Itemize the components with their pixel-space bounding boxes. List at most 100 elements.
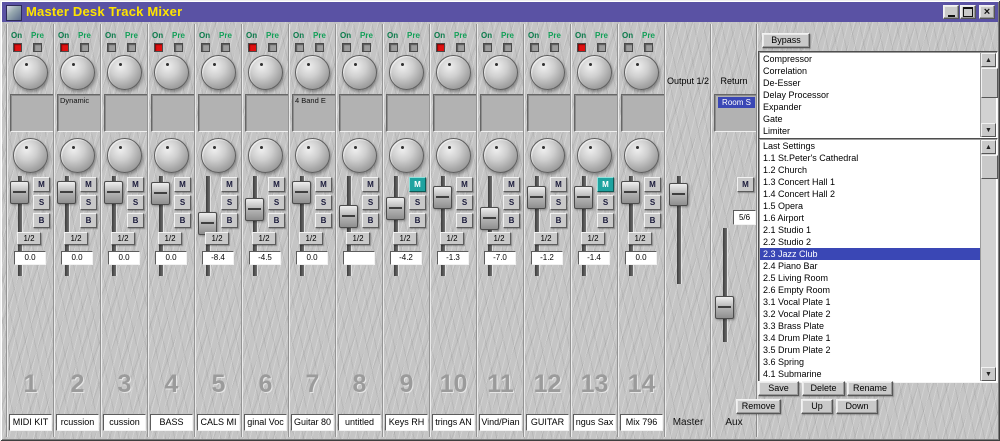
insert-effect-slot[interactable] <box>480 94 524 132</box>
preset-item[interactable]: 1.4 Concert Hall 2 <box>760 188 981 200</box>
fader-value-box[interactable]: -1.3 <box>437 251 469 265</box>
pre-indicator[interactable] <box>221 43 230 52</box>
scroll-down-button[interactable]: ▼ <box>981 123 996 137</box>
pan-knob[interactable] <box>13 138 48 173</box>
return-insert-effect[interactable]: Room S <box>718 97 755 108</box>
insert-effect-slot[interactable] <box>527 94 571 132</box>
fader-value-box[interactable]: 0.0 <box>296 251 328 265</box>
preset-item[interactable]: 3.6 Spring <box>760 356 981 368</box>
effect-item[interactable]: Gate <box>760 113 981 125</box>
output-route-button[interactable]: 1/2 <box>393 232 417 245</box>
aux-fader-handle[interactable] <box>715 296 734 319</box>
preset-item[interactable]: 3.4 Drum Plate 1 <box>760 332 981 344</box>
pre-indicator[interactable] <box>174 43 183 52</box>
pre-indicator[interactable] <box>268 43 277 52</box>
mute-button[interactable]: M <box>550 177 567 192</box>
pan-knob[interactable] <box>201 138 236 173</box>
insert-effect-slot[interactable] <box>198 94 242 132</box>
mute-button[interactable]: M <box>362 177 379 192</box>
insert-effect-slot[interactable] <box>339 94 383 132</box>
minimize-button[interactable] <box>943 5 959 19</box>
insert-effect-slot[interactable] <box>151 94 195 132</box>
mute-button[interactable]: M <box>456 177 473 192</box>
preset-item[interactable]: 2.4 Piano Bar <box>760 260 981 272</box>
solo-button[interactable]: S <box>597 195 614 210</box>
insert-effect-slot[interactable]: Dynamic <box>57 94 101 132</box>
scroll-up-button[interactable]: ▲ <box>981 140 996 154</box>
scroll-down-button[interactable]: ▼ <box>981 367 996 381</box>
aux-route-box[interactable]: 5/6 <box>733 210 756 225</box>
fader-handle[interactable] <box>57 181 76 204</box>
solo-button[interactable]: S <box>315 195 332 210</box>
fader-handle[interactable] <box>245 198 264 221</box>
aux-send-knob[interactable] <box>107 55 142 90</box>
output-route-button[interactable]: 1/2 <box>440 232 464 245</box>
effect-item[interactable]: Expander <box>760 101 981 113</box>
output-route-button[interactable]: 1/2 <box>252 232 276 245</box>
channel-b-button[interactable]: B <box>80 213 97 228</box>
pre-indicator[interactable] <box>362 43 371 52</box>
return-insert-slot[interactable]: Room S <box>714 94 758 132</box>
fader-handle[interactable] <box>480 207 499 230</box>
fader-value-box[interactable]: 0.0 <box>61 251 93 265</box>
output-route-button[interactable]: 1/2 <box>111 232 135 245</box>
channel-b-button[interactable]: B <box>597 213 614 228</box>
pan-knob[interactable] <box>389 138 424 173</box>
insert-effect-slot[interactable] <box>10 94 54 132</box>
mute-button[interactable]: M <box>268 177 285 192</box>
pre-indicator[interactable] <box>597 43 606 52</box>
effect-item[interactable]: Limiter <box>760 125 981 137</box>
solo-button[interactable]: S <box>409 195 426 210</box>
aux-send-knob[interactable] <box>436 55 471 90</box>
preset-item[interactable]: 1.5 Opera <box>760 200 981 212</box>
pan-knob[interactable] <box>577 138 612 173</box>
channel-b-button[interactable]: B <box>550 213 567 228</box>
fader-value-box[interactable]: -8.4 <box>202 251 234 265</box>
channel-b-button[interactable]: B <box>127 213 144 228</box>
fader-handle[interactable] <box>527 186 546 209</box>
pan-knob[interactable] <box>342 138 377 173</box>
pan-knob[interactable] <box>624 138 659 173</box>
channel-name-box[interactable]: Keys RH <box>385 414 428 431</box>
insert-effect-slot[interactable] <box>574 94 618 132</box>
aux-send-knob[interactable] <box>342 55 377 90</box>
output-route-button[interactable]: 1/2 <box>299 232 323 245</box>
on-indicator[interactable] <box>436 43 445 52</box>
output-route-button[interactable]: 1/2 <box>17 232 41 245</box>
fader-value-box[interactable]: 0.0 <box>14 251 46 265</box>
aux-send-knob[interactable] <box>201 55 236 90</box>
channel-b-button[interactable]: B <box>174 213 191 228</box>
output-route-button[interactable]: 1/2 <box>628 232 652 245</box>
insert-effect-slot[interactable]: 4 Band E <box>292 94 336 132</box>
aux-mute-button[interactable]: M <box>737 177 754 192</box>
pan-knob[interactable] <box>107 138 142 173</box>
aux-send-knob[interactable] <box>530 55 565 90</box>
channel-name-box[interactable]: trings AN <box>432 414 475 431</box>
preset-item[interactable]: 2.1 Studio 1 <box>760 224 981 236</box>
channel-name-box[interactable]: Guitar 80 <box>291 414 334 431</box>
channel-name-box[interactable]: ginal Voc <box>244 414 287 431</box>
preset-item[interactable]: 1.6 Airport <box>760 212 981 224</box>
insert-effect-slot[interactable] <box>245 94 289 132</box>
pan-knob[interactable] <box>436 138 471 173</box>
preset-item[interactable]: Last Settings <box>760 140 981 152</box>
preset-item[interactable]: 2.3 Jazz Club <box>760 248 981 260</box>
aux-send-knob[interactable] <box>60 55 95 90</box>
pan-knob[interactable] <box>530 138 565 173</box>
solo-button[interactable]: S <box>550 195 567 210</box>
effect-item[interactable]: Correlation <box>760 65 981 77</box>
pan-knob[interactable] <box>60 138 95 173</box>
preset-item[interactable]: 1.2 Church <box>760 164 981 176</box>
aux-send-knob[interactable] <box>483 55 518 90</box>
aux-send-knob[interactable] <box>295 55 330 90</box>
solo-button[interactable]: S <box>33 195 50 210</box>
output-route-button[interactable]: 1/2 <box>346 232 370 245</box>
solo-button[interactable]: S <box>127 195 144 210</box>
fader-value-box[interactable]: -1.4 <box>578 251 610 265</box>
channel-name-box[interactable]: CALS MI <box>197 414 240 431</box>
close-button[interactable]: × <box>979 5 995 19</box>
insert-effect-slot[interactable] <box>621 94 665 132</box>
pan-knob[interactable] <box>154 138 189 173</box>
mute-button[interactable]: M <box>174 177 191 192</box>
effect-item[interactable]: Delay Processor <box>760 89 981 101</box>
